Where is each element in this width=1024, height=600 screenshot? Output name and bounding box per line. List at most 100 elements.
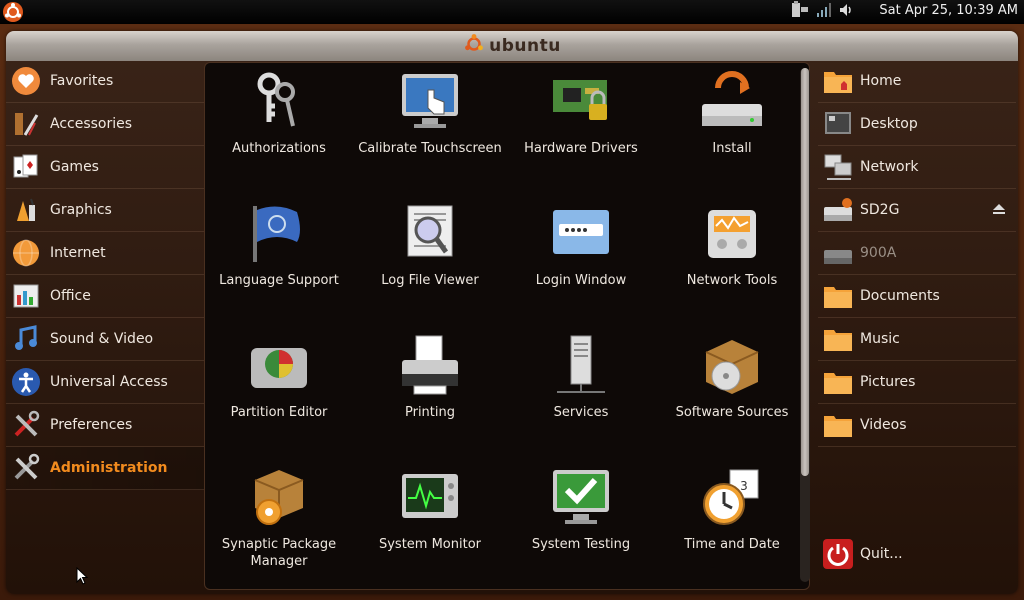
category-graphics[interactable]: Graphics [6, 189, 204, 232]
places-list: Home Desktop Network SD2G 900A Documents… [818, 60, 1016, 447]
log-viewer-icon [407, 205, 453, 257]
category-accessories[interactable]: Accessories [6, 103, 204, 146]
system-monitor-icon [402, 474, 458, 518]
app-label: Time and Date [684, 537, 780, 552]
category-favorites[interactable]: Favorites [6, 60, 204, 103]
app-label: Language Support [219, 273, 339, 288]
category-label: Office [50, 288, 91, 304]
place-label: Network [860, 159, 919, 175]
heart-icon [10, 65, 42, 97]
app-label: System Monitor [378, 537, 482, 552]
desktop-icon [822, 110, 854, 138]
preferences-icon [10, 409, 42, 441]
place-videos[interactable]: Videos [818, 404, 1016, 447]
eject-icon[interactable] [992, 203, 1006, 219]
system-testing-icon [553, 470, 609, 524]
app-label: Authorizations [232, 141, 326, 156]
home-folder-icon [822, 67, 854, 95]
accessories-icon [10, 108, 42, 140]
folder-icon [822, 411, 854, 439]
app-hardware-drivers[interactable]: Hardware Drivers [506, 70, 656, 157]
package-icon [254, 470, 304, 525]
ubuntu-logo-icon [463, 33, 485, 59]
flag-icon [253, 206, 300, 262]
wifi-signal-icon[interactable] [816, 2, 832, 22]
network-tools-icon [708, 210, 756, 258]
install-icon [702, 71, 762, 126]
window-title: ubuntu [489, 36, 561, 56]
app-label: Calibrate Touchscreen [358, 141, 502, 156]
power-plug-icon[interactable] [790, 1, 810, 23]
app-network-tools[interactable]: Network Tools [657, 202, 807, 289]
folder-icon [822, 325, 854, 353]
app-system-testing[interactable]: System Testing [506, 466, 656, 553]
app-calibrate-touchscreen[interactable]: Calibrate Touchscreen [355, 70, 505, 157]
clock[interactable]: Sat Apr 25, 10:39 AM [879, 3, 1018, 18]
app-language-support[interactable]: Language Support [204, 202, 354, 289]
app-system-monitor[interactable]: System Monitor [355, 466, 505, 553]
app-time-and-date[interactable]: 3 Time and Date [657, 466, 807, 553]
app-software-sources[interactable]: Software Sources [657, 334, 807, 421]
app-log-file-viewer[interactable]: Log File Viewer [355, 202, 505, 289]
music-icon [10, 323, 42, 355]
hardware-drivers-icon [553, 80, 607, 120]
graphics-icon [10, 194, 42, 226]
app-label: Printing [404, 405, 455, 420]
power-icon [822, 538, 854, 570]
quit-button[interactable]: Quit... [822, 538, 903, 570]
place-label: Videos [860, 417, 907, 433]
server-icon [557, 335, 605, 393]
app-label: Install [712, 141, 752, 156]
category-label: Games [50, 159, 99, 175]
category-administration[interactable]: Administration [6, 447, 204, 490]
partition-editor-icon [251, 348, 307, 388]
app-partition-editor[interactable]: Partition Editor [204, 334, 354, 421]
system-tray [790, 1, 854, 23]
app-synaptic-package-manager[interactable]: Synaptic Package Manager [204, 466, 354, 570]
app-label: Synaptic Package Manager [221, 537, 337, 569]
category-sound-video[interactable]: Sound & Video [6, 318, 204, 361]
title-bar: ubuntu [6, 31, 1018, 61]
folder-icon [822, 282, 854, 310]
category-office[interactable]: Office [6, 275, 204, 318]
category-label: Internet [50, 245, 106, 261]
place-900a[interactable]: 900A [818, 232, 1016, 275]
place-music[interactable]: Music [818, 318, 1016, 361]
category-games[interactable]: Games [6, 146, 204, 189]
volume-icon[interactable] [838, 2, 854, 22]
app-printing[interactable]: Printing [355, 334, 505, 421]
app-label: Services [553, 405, 609, 420]
place-documents[interactable]: Documents [818, 275, 1016, 318]
category-label: Administration [50, 460, 168, 476]
category-universal-access[interactable]: Universal Access [6, 361, 204, 404]
app-install[interactable]: Install [657, 70, 807, 157]
place-sd2g[interactable]: SD2G [818, 189, 1016, 232]
mouse-cursor-icon [76, 566, 89, 589]
category-preferences[interactable]: Preferences [6, 404, 204, 447]
place-label: Documents [860, 288, 940, 304]
app-label: System Testing [531, 537, 631, 552]
category-internet[interactable]: Internet [6, 232, 204, 275]
app-authorizations[interactable]: Authorizations [204, 70, 354, 157]
app-login-window[interactable]: Login Window [506, 202, 656, 289]
place-home[interactable]: Home [818, 60, 1016, 103]
category-label: Favorites [50, 73, 114, 89]
place-label: SD2G [860, 202, 900, 218]
category-label: Accessories [50, 116, 133, 132]
globe-icon [10, 237, 42, 269]
place-label: Pictures [860, 374, 916, 390]
app-label: Network Tools [686, 273, 778, 288]
app-label: Login Window [535, 273, 627, 288]
place-network[interactable]: Network [818, 146, 1016, 189]
place-pictures[interactable]: Pictures [818, 361, 1016, 404]
ubuntu-logo-icon[interactable] [2, 1, 24, 23]
app-services[interactable]: Services [506, 334, 656, 421]
place-label: Music [860, 331, 900, 347]
svg-text:3: 3 [740, 479, 748, 493]
cards-icon [10, 151, 42, 183]
scrollbar-thumb[interactable] [801, 68, 809, 476]
login-window-icon [553, 210, 609, 254]
place-desktop[interactable]: Desktop [818, 103, 1016, 146]
app-label: Software Sources [675, 405, 789, 420]
app-label: Log File Viewer [381, 273, 479, 288]
